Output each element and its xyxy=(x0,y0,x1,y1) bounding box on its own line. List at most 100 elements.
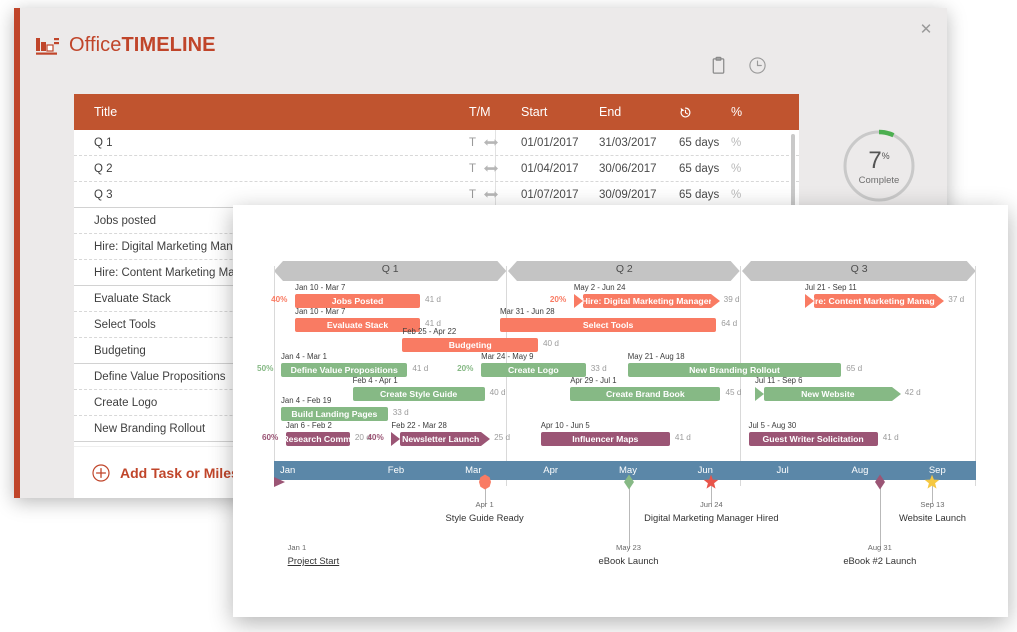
gantt-bar-percent: 20% xyxy=(457,364,474,373)
gantt-bar-dates: May 21 - Aug 18 xyxy=(627,352,685,361)
cell-duration[interactable]: 65 days xyxy=(679,137,731,149)
progress-label: Complete xyxy=(858,175,900,186)
cell-duration[interactable]: 65 days xyxy=(679,189,731,201)
milestone-marker-star[interactable] xyxy=(703,474,719,490)
brand-timeline: TIMELINE xyxy=(121,34,216,56)
gantt-bar[interactable]: Influencer Maps xyxy=(540,432,670,446)
gantt-bar[interactable]: Create Brand Book xyxy=(570,387,721,401)
gantt-bar[interactable]: Jobs Posted xyxy=(295,294,420,308)
milestone-label: Website Launch xyxy=(898,512,966,523)
gantt-bar-percent: 40% xyxy=(367,433,384,442)
gantt-bar[interactable]: New Branding Rollout xyxy=(627,363,842,377)
gantt-bar-arrowhead xyxy=(935,294,945,308)
column-header-end[interactable]: End xyxy=(599,105,679,119)
gantt-bar[interactable]: Guest Writer Solicitation xyxy=(748,432,878,446)
milestone-label: Project Start xyxy=(287,555,340,566)
type-letter: T xyxy=(469,162,477,175)
column-header-duration[interactable] xyxy=(679,106,731,119)
gantt-bar[interactable]: Budgeting xyxy=(402,338,538,352)
milestone-date: Jun 24 xyxy=(699,500,723,509)
cell-percent[interactable]: % xyxy=(731,137,771,149)
office-timeline-logo-icon xyxy=(36,37,59,55)
gantt-bar-dates: Feb 25 - Apr 22 xyxy=(402,327,457,336)
cell-start[interactable]: 01/01/2017 xyxy=(521,137,599,149)
gantt-bar-label: Guest Writer Solicitation xyxy=(762,434,864,444)
gantt-bar-dates: May 2 - Jun 24 xyxy=(573,283,626,292)
cell-start[interactable]: 01/04/2017 xyxy=(521,163,599,175)
gantt-bar-duration: 39 d xyxy=(723,295,740,304)
gantt-bar[interactable]: Evaluate Stack xyxy=(295,318,420,332)
milestone-marker-diamond[interactable] xyxy=(872,474,888,490)
milestone-marker-triangle[interactable] xyxy=(272,474,288,490)
gantt-bar-dates: Jan 10 - Mar 7 xyxy=(295,283,346,292)
gantt-bar-duration: 40 d xyxy=(489,388,506,397)
cell-title: Q 3 xyxy=(94,188,113,201)
gantt-bar-duration: 64 d xyxy=(721,319,738,328)
milestone-label: Style Guide Ready xyxy=(445,512,524,523)
gantt-bar[interactable]: Newsletter Launch xyxy=(391,432,491,446)
gantt-bar-label: Create Brand Book xyxy=(605,389,685,399)
quarter-label: Q 3 xyxy=(850,263,868,275)
cell-end[interactable]: 30/09/2017 xyxy=(599,189,679,201)
milestone-marker-diamond[interactable] xyxy=(621,474,637,490)
gantt-bar[interactable]: Create Logo xyxy=(481,363,586,377)
header-icon-group xyxy=(709,56,767,75)
gantt-bar-duration: 65 d xyxy=(846,364,863,373)
column-header-percent[interactable]: % xyxy=(731,105,771,119)
gantt-bar[interactable]: Research Comm. xyxy=(282,432,353,446)
gantt-bar[interactable]: Select Tools xyxy=(500,318,717,332)
gantt-bar-arrowtail xyxy=(391,432,401,446)
cell-type[interactable]: T xyxy=(469,163,521,175)
milestone-icon xyxy=(478,474,491,490)
gantt-bar-label: Jobs Posted xyxy=(331,296,384,306)
gantt-row: Research Comm. Jan 6 - Feb 2 20 d 60% Newsle… xyxy=(262,421,976,446)
table-row[interactable]: Q 1 T 01/01/2017 31/03/2017 65 days% xyxy=(74,130,799,156)
cell-percent[interactable]: % xyxy=(731,163,771,175)
cell-start[interactable]: 01/07/2017 xyxy=(521,189,599,201)
milestone-date: Jan 1 xyxy=(287,543,307,552)
gantt-bar-duration: 41 d xyxy=(882,433,899,442)
clock-icon[interactable] xyxy=(748,56,767,75)
milestone-marker-diamond6[interactable] xyxy=(477,474,493,490)
month-label: Apr xyxy=(543,465,559,476)
column-header-tm[interactable]: T/M xyxy=(469,105,521,119)
gantt-bar-dates: Jan 6 - Feb 2 xyxy=(285,421,332,430)
column-header-start[interactable]: Start xyxy=(521,105,599,119)
cell-end[interactable]: 31/03/2017 xyxy=(599,137,679,149)
gantt-bar[interactable]: Hire: Content Marketing Manager xyxy=(804,294,945,308)
gantt-bar-arrowhead xyxy=(891,387,901,401)
cell-percent[interactable]: % xyxy=(731,189,771,201)
quarter-label: Q 2 xyxy=(615,263,633,275)
progress-number: 7 xyxy=(868,147,882,174)
double-arrow-icon xyxy=(484,191,499,198)
type-letter: T xyxy=(469,136,477,149)
gantt-bar-label: Influencer Maps xyxy=(572,434,639,444)
gantt-bar[interactable]: Create Style Guide xyxy=(352,387,485,401)
gantt-bar[interactable]: Build Landing Pages xyxy=(281,407,388,421)
close-button[interactable]: ✕ xyxy=(913,16,939,42)
table-row[interactable]: Q 2 T 01/04/2017 30/06/2017 65 days% xyxy=(74,156,799,182)
double-arrow-icon xyxy=(484,165,499,172)
gantt-row: Jobs Posted Jan 10 - Mar 7 41 d 40% Hire: Di… xyxy=(271,283,976,308)
gantt-bar[interactable]: Hire: Digital Marketing Manager xyxy=(573,294,720,308)
clipboard-icon[interactable] xyxy=(709,56,728,75)
gantt-bar-label: Create Logo xyxy=(508,365,559,375)
gantt-row: Evaluate Stack Jan 10 - Mar 7 41 d Select T… xyxy=(274,307,976,332)
gantt-bar-dates: Jul 11 - Sep 6 xyxy=(754,376,803,385)
cell-type[interactable]: T xyxy=(469,137,521,149)
type-letter: T xyxy=(469,188,477,201)
gantt-bar-label: Hire: Digital Marketing Manager xyxy=(581,296,712,306)
progress-unit: % xyxy=(881,151,890,161)
cell-type[interactable]: T xyxy=(469,189,521,201)
cell-duration[interactable]: 65 days xyxy=(679,163,731,175)
gantt-row: Build Landing Pages Jan 4 - Feb 19 33 d xyxy=(274,396,976,421)
gantt-bar-duration: 33 d xyxy=(392,408,409,417)
milestone-marker-star[interactable] xyxy=(924,474,940,490)
table-header-row: Title T/M Start End % xyxy=(74,94,799,130)
cell-end[interactable]: 30/06/2017 xyxy=(599,163,679,175)
gantt-bar[interactable]: New Website xyxy=(754,387,901,401)
gantt-bar-percent: 60% xyxy=(261,433,279,442)
gantt-chart: Q 1Q 2Q 3 Jobs Posted Jan 10 - Mar 7 41 d4… xyxy=(257,260,976,566)
gantt-bar[interactable]: Define Value Propositions xyxy=(281,363,408,377)
column-header-title[interactable]: Title xyxy=(74,105,469,119)
